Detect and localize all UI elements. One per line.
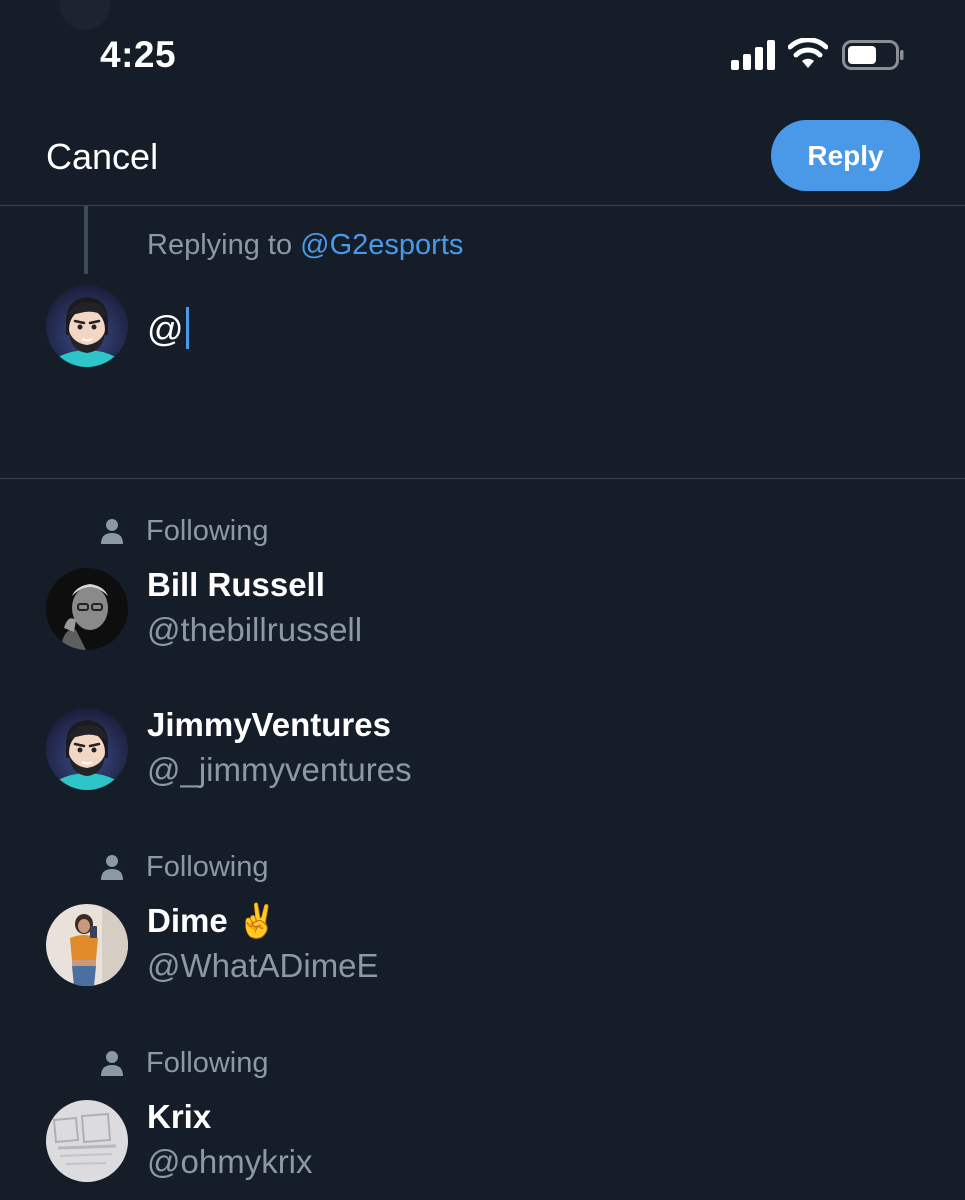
suggestion-handle[interactable]: @ohmykrix — [147, 1143, 313, 1181]
suggestions-divider — [0, 478, 965, 479]
following-label: Following — [146, 514, 269, 547]
suggestion-name[interactable]: Krix — [147, 1098, 211, 1136]
following-indicator: Following — [100, 513, 269, 549]
compose-nav-bar: Cancel Reply — [0, 110, 965, 206]
suggestion-avatar-krix[interactable] — [46, 1100, 128, 1182]
suggestion-name[interactable]: Bill Russell — [147, 566, 325, 604]
wifi-icon — [788, 38, 828, 68]
suggestion-avatar-jimmyventures[interactable] — [46, 708, 128, 790]
compose-input[interactable]: @ — [147, 307, 189, 350]
following-label: Following — [146, 850, 269, 883]
thread-connector-line — [84, 206, 88, 274]
suggestion-avatar-bill-russell[interactable] — [46, 568, 128, 650]
battery-icon — [842, 40, 904, 70]
cartoon-avatar-icon — [46, 285, 128, 367]
following-label: Following — [146, 1046, 269, 1079]
cartoon-avatar-icon — [46, 708, 128, 790]
replying-to-line: Replying to @G2esports — [147, 229, 463, 262]
portrait-photo-icon — [46, 568, 128, 650]
compose-input-value: @ — [147, 308, 184, 349]
replying-to-prefix: Replying to — [147, 229, 293, 261]
following-indicator: Following — [100, 849, 269, 885]
suggestion-handle[interactable]: @_jimmyventures — [147, 751, 412, 789]
suggestion-handle[interactable]: @thebillrussell — [147, 611, 362, 649]
following-indicator: Following — [100, 1045, 269, 1081]
signal-icon — [731, 40, 775, 70]
suggestion-avatar-dime[interactable] — [46, 904, 128, 986]
portrait-photo-icon — [46, 904, 128, 986]
sketch-photo-icon — [46, 1100, 128, 1182]
person-icon — [101, 855, 123, 880]
reply-button[interactable]: Reply — [771, 120, 920, 191]
text-caret — [185, 307, 189, 350]
cancel-button[interactable]: Cancel — [46, 136, 158, 178]
suggestion-handle[interactable]: @WhatADimeE — [147, 947, 379, 985]
person-icon — [101, 1051, 123, 1076]
suggestion-name[interactable]: JimmyVentures — [147, 706, 391, 744]
user-avatar[interactable] — [46, 285, 128, 367]
replying-to-handle[interactable]: @G2esports — [300, 229, 463, 261]
suggestion-name[interactable]: Dime ✌️ — [147, 902, 278, 941]
status-time: 4:25 — [100, 34, 177, 75]
status-bar: 4:25 — [0, 0, 965, 110]
person-icon — [101, 519, 123, 544]
